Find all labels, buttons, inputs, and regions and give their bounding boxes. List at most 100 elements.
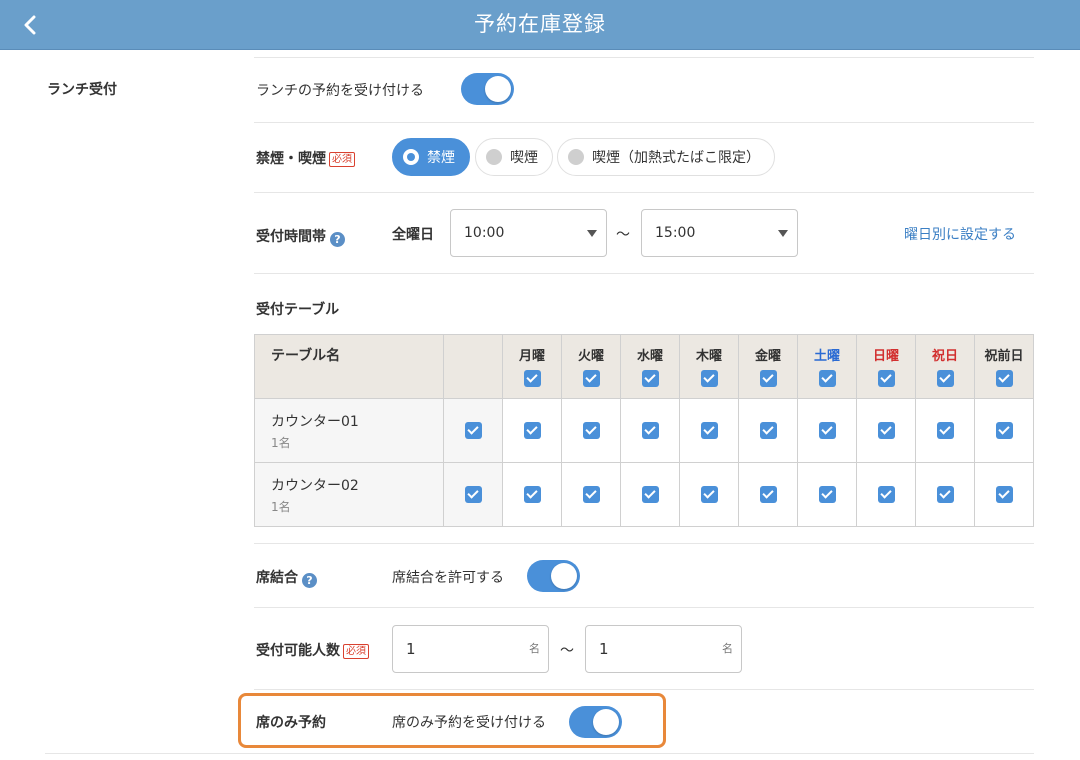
- checkbox-checked-icon[interactable]: [818, 486, 836, 503]
- smoking-option-smoking[interactable]: 喫煙: [475, 138, 553, 176]
- divider: [254, 192, 1034, 193]
- table-name: カウンター01: [271, 413, 359, 430]
- help-icon[interactable]: ?: [330, 232, 345, 247]
- range-separator: 〜: [616, 227, 630, 243]
- header-all: [443, 334, 503, 399]
- checkbox-checked-icon[interactable]: [936, 486, 954, 503]
- table-cell: [502, 398, 562, 463]
- shared-seat-label-text: 席結合: [256, 570, 298, 586]
- checkbox-checked-icon[interactable]: [818, 422, 836, 439]
- checkbox-checked-icon[interactable]: [464, 486, 482, 503]
- end-time-select[interactable]: 15:00: [641, 209, 798, 257]
- divider: [254, 689, 1034, 690]
- unit-label: 名: [529, 642, 540, 655]
- set-by-day-link[interactable]: 曜日別に設定する: [904, 224, 1016, 244]
- toggle-knob: [485, 76, 511, 102]
- lunch-toggle-label: ランチの予約を受け付ける: [256, 83, 424, 99]
- reception-time-label-text: 受付時間帯: [256, 229, 326, 245]
- header-day: 日曜: [856, 334, 916, 399]
- capacity-max-input[interactable]: 1 名: [585, 625, 742, 673]
- table-header-row: テーブル名 月曜 火曜 水曜 木曜 金曜 土曜 日曜 祝日 祝前日: [254, 334, 1034, 399]
- capacity-label: 受付可能人数 必須: [256, 640, 369, 660]
- table-capacity: 1名: [271, 499, 291, 514]
- table-name-cell: カウンター01 1名: [254, 398, 444, 463]
- capacity-min-input[interactable]: 1 名: [392, 625, 549, 673]
- table-cell: [915, 398, 975, 463]
- header-day: 月曜: [502, 334, 562, 399]
- checkbox-checked-icon[interactable]: [523, 486, 541, 503]
- checkbox-checked-icon[interactable]: [936, 370, 954, 387]
- caret-down-icon: [587, 230, 597, 237]
- shared-seat-toggle-label: 席結合を許可する: [392, 570, 504, 586]
- shared-seat-label: 席結合?: [256, 567, 317, 588]
- page-title: 予約在庫登録: [474, 12, 606, 36]
- table-cell: [797, 398, 857, 463]
- checkbox-checked-icon[interactable]: [700, 370, 718, 387]
- header-table-name: テーブル名: [254, 334, 444, 399]
- checkbox-checked-icon[interactable]: [523, 370, 541, 387]
- checkbox-checked-icon[interactable]: [759, 486, 777, 503]
- day-label: 土曜: [813, 349, 840, 364]
- smoking-option-heated-tobacco[interactable]: 喫煙（加熱式たばこ限定）: [557, 138, 775, 176]
- capacity-label-text: 受付可能人数: [256, 643, 340, 659]
- checkbox-checked-icon[interactable]: [641, 486, 659, 503]
- table-row: カウンター02 1名: [254, 462, 1034, 527]
- required-badge: 必須: [343, 644, 369, 659]
- reception-table-grid: テーブル名 月曜 火曜 水曜 木曜 金曜 土曜 日曜 祝日 祝前日 カウンター0…: [254, 334, 1034, 527]
- divider: [254, 122, 1034, 123]
- checkbox-checked-icon[interactable]: [995, 486, 1013, 503]
- checkbox-checked-icon[interactable]: [877, 422, 895, 439]
- checkbox-checked-icon[interactable]: [582, 486, 600, 503]
- checkbox-checked-icon[interactable]: [582, 370, 600, 387]
- checkbox-checked-icon[interactable]: [877, 370, 895, 387]
- reception-time-label: 受付時間帯?: [256, 226, 345, 247]
- divider: [254, 607, 1034, 608]
- table-cell: [561, 462, 621, 527]
- checkbox-checked-icon[interactable]: [759, 422, 777, 439]
- app-header: 予約在庫登録: [0, 0, 1080, 50]
- checkbox-checked-icon[interactable]: [995, 422, 1013, 439]
- highlight-frame: [238, 693, 666, 748]
- checkbox-checked-icon[interactable]: [641, 422, 659, 439]
- header-day: 木曜: [679, 334, 739, 399]
- table-cell: [561, 398, 621, 463]
- table-cell: [797, 462, 857, 527]
- day-label: 水曜: [636, 349, 663, 364]
- checkbox-checked-icon[interactable]: [523, 422, 541, 439]
- header-day: 金曜: [738, 334, 798, 399]
- lunch-toggle[interactable]: [461, 73, 514, 105]
- header-day: 水曜: [620, 334, 680, 399]
- table-cell: [738, 462, 798, 527]
- checkbox-checked-icon[interactable]: [759, 370, 777, 387]
- checkbox-checked-icon[interactable]: [700, 486, 718, 503]
- smoking-label-text: 禁煙・喫煙: [256, 151, 326, 167]
- divider: [254, 57, 1034, 58]
- smoking-option-no-smoking[interactable]: 禁煙: [392, 138, 470, 176]
- radio-unselected-icon: [568, 149, 584, 165]
- day-label: 木曜: [695, 349, 722, 364]
- day-label: 月曜: [518, 349, 545, 364]
- capacity-min-value: 1: [406, 640, 416, 658]
- checkbox-checked-icon[interactable]: [877, 486, 895, 503]
- header-day: 火曜: [561, 334, 621, 399]
- shared-seat-toggle[interactable]: [527, 560, 580, 592]
- smoking-label: 禁煙・喫煙 必須: [256, 148, 355, 168]
- table-cell: [915, 462, 975, 527]
- table-cell: [679, 398, 739, 463]
- checkbox-checked-icon[interactable]: [936, 422, 954, 439]
- checkbox-checked-icon[interactable]: [818, 370, 836, 387]
- reception-table-label: 受付テーブル: [256, 302, 340, 318]
- option-label: 喫煙: [510, 150, 538, 166]
- table-cell: [620, 398, 680, 463]
- checkbox-checked-icon[interactable]: [995, 370, 1013, 387]
- start-time-value: 10:00: [464, 225, 505, 241]
- start-time-select[interactable]: 10:00: [450, 209, 607, 257]
- checkbox-checked-icon[interactable]: [464, 422, 482, 439]
- help-icon[interactable]: ?: [302, 573, 317, 588]
- radio-selected-icon: [403, 149, 419, 165]
- checkbox-checked-icon[interactable]: [582, 422, 600, 439]
- checkbox-checked-icon[interactable]: [700, 422, 718, 439]
- table-cell: [738, 398, 798, 463]
- checkbox-checked-icon[interactable]: [641, 370, 659, 387]
- table-name-cell: カウンター02 1名: [254, 462, 444, 527]
